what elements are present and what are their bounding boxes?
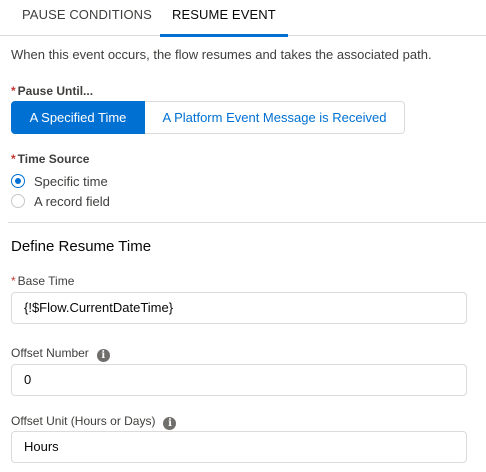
base-time-input[interactable]: {!$Flow.CurrentDateTime}	[11, 292, 467, 324]
tab-pause-conditions[interactable]: PAUSE CONDITIONS	[22, 0, 152, 36]
section-title: Define Resume Time	[11, 238, 152, 255]
radio-unchecked-icon[interactable]	[11, 194, 25, 208]
info-icon[interactable]: i	[96, 349, 110, 362]
pause-until-label-text: Pause Until...	[17, 84, 94, 98]
time-source-label: * Time Source	[11, 152, 89, 166]
base-time-label: * Base Time	[11, 274, 74, 288]
radio-label: A record field	[34, 193, 110, 209]
required-marker: *	[11, 84, 16, 98]
tab-resume-event[interactable]: RESUME EVENT	[160, 0, 288, 37]
pause-until-label: * Pause Until...	[11, 84, 93, 98]
offset-unit-label-text: Offset Unit (Hours or Days)	[11, 414, 156, 428]
offset-number-input[interactable]: 0	[11, 364, 467, 396]
info-icon[interactable]: i	[163, 417, 177, 430]
offset-number-label: Offset Number i	[11, 346, 110, 362]
time-source-label-text: Time Source	[17, 152, 90, 166]
tab-bar: PAUSE CONDITIONS RESUME EVENT	[0, 0, 486, 37]
section-divider	[8, 222, 486, 223]
radio-specific-time[interactable]: Specific time	[11, 173, 108, 189]
radio-label: Specific time	[34, 173, 108, 189]
active-tab-indicator	[160, 34, 288, 37]
pause-until-button-group: A Specified Time A Platform Event Messag…	[11, 101, 405, 134]
radio-record-field[interactable]: A record field	[11, 193, 110, 209]
specified-time-button[interactable]: A Specified Time	[11, 101, 145, 134]
required-marker: *	[11, 152, 16, 166]
offset-unit-input[interactable]: Hours	[11, 431, 467, 463]
tab-label: RESUME EVENT	[172, 7, 276, 22]
radio-checked-icon[interactable]	[11, 174, 25, 188]
offset-unit-label: Offset Unit (Hours or Days) i	[11, 414, 177, 430]
resume-event-description: When this event occurs, the flow resumes…	[11, 47, 432, 62]
offset-number-label-text: Offset Number	[11, 346, 89, 360]
tab-label: PAUSE CONDITIONS	[22, 7, 152, 22]
required-marker: *	[11, 274, 16, 288]
platform-event-button[interactable]: A Platform Event Message is Received	[145, 101, 405, 134]
base-time-label-text: Base Time	[17, 274, 75, 288]
